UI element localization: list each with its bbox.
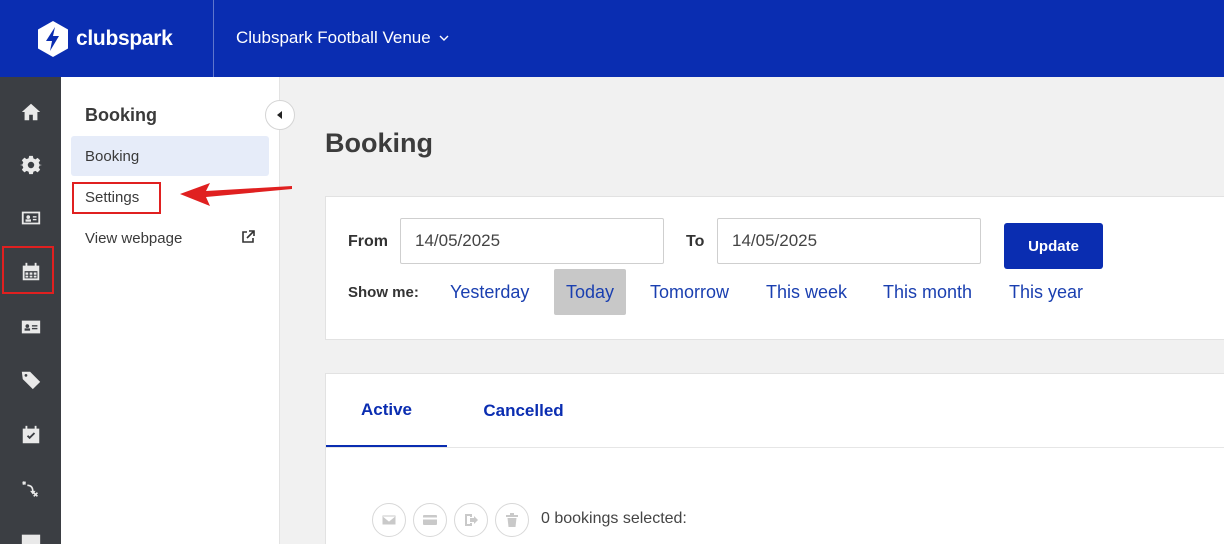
show-me-label: Show me:	[348, 284, 419, 301]
clubspark-logo-icon	[38, 20, 68, 57]
rail-item-coaching[interactable]	[0, 464, 61, 514]
booking-subnav: Booking Booking Settings View webpage	[61, 77, 280, 544]
venue-name: Clubspark Football Venue	[236, 28, 431, 47]
range-yesterday[interactable]: Yesterday	[439, 269, 540, 315]
home-icon	[21, 103, 40, 121]
range-this-year[interactable]: This year	[998, 269, 1094, 315]
trash-icon	[506, 513, 518, 527]
rail-item-settings[interactable]	[0, 140, 61, 190]
highlight-box-booking-icon	[2, 246, 54, 294]
main-nav-rail	[0, 77, 61, 544]
date-filter-card: From 14/05/2025 To 14/05/2025 Update Sho…	[325, 196, 1224, 340]
credit-card-icon	[423, 515, 437, 525]
delete-action-button[interactable]	[495, 503, 529, 537]
caret-left-icon	[277, 111, 282, 119]
subnav-title: Booking	[85, 105, 157, 125]
tab-cancelled[interactable]: Cancelled	[466, 374, 581, 448]
gear-icon	[19, 155, 42, 175]
contact-card-icon	[21, 320, 40, 334]
subnav-item-label: View webpage	[85, 229, 183, 247]
from-date-value: 14/05/2025	[415, 231, 501, 250]
bookings-card: Active Cancelled 0 bookings selected:	[325, 373, 1224, 544]
page-title: Booking	[325, 128, 433, 158]
sign-in-icon	[465, 514, 478, 526]
range-this-month[interactable]: This month	[872, 269, 983, 315]
tab-active[interactable]: Active	[326, 374, 447, 448]
envelope-icon	[381, 514, 397, 526]
rail-item-pricing[interactable]	[0, 355, 61, 405]
selected-count: 0 bookings selected:	[541, 510, 687, 527]
subnav-item-booking[interactable]: Booking	[71, 136, 269, 176]
logo[interactable]: clubspark	[0, 0, 214, 77]
annotation-arrow	[180, 183, 292, 206]
id-card-icon	[21, 211, 40, 225]
range-today[interactable]: Today	[554, 269, 626, 315]
brand-name: clubspark	[76, 26, 173, 50]
payment-action-button[interactable]	[413, 503, 447, 537]
range-this-week[interactable]: This week	[755, 269, 858, 315]
email-action-button[interactable]	[372, 503, 406, 537]
checkin-action-button[interactable]	[454, 503, 488, 537]
venue-selector[interactable]: Clubspark Football Venue	[236, 28, 449, 48]
subnav-item-label: Booking	[85, 147, 140, 165]
rail-item-events[interactable]	[0, 410, 61, 460]
rail-item-contacts[interactable]	[0, 302, 61, 352]
external-link-icon	[242, 230, 255, 243]
collapse-sidebar-button[interactable]	[265, 100, 295, 130]
rail-item-more[interactable]	[0, 517, 61, 544]
tabs-divider	[326, 447, 1224, 448]
range-tomorrow[interactable]: Tomorrow	[639, 269, 740, 315]
calendar-check-icon	[22, 425, 39, 444]
rail-item-home[interactable]	[0, 87, 61, 137]
chevron-down-icon	[439, 35, 449, 41]
to-date-input[interactable]: 14/05/2025	[717, 218, 981, 264]
update-button[interactable]: Update	[1004, 223, 1103, 269]
rail-item-members[interactable]	[0, 193, 61, 243]
tag-icon	[21, 371, 40, 390]
subnav-item-view-webpage[interactable]: View webpage	[71, 218, 269, 258]
panel-icon	[21, 534, 40, 544]
to-label: To	[686, 233, 705, 250]
from-label: From	[348, 233, 388, 250]
top-bar: clubspark Clubspark Football Venue	[0, 0, 1224, 77]
from-date-input[interactable]: 14/05/2025	[400, 218, 664, 264]
highlight-box-settings	[72, 182, 161, 214]
tactics-icon	[21, 481, 38, 497]
to-date-value: 14/05/2025	[732, 231, 818, 250]
